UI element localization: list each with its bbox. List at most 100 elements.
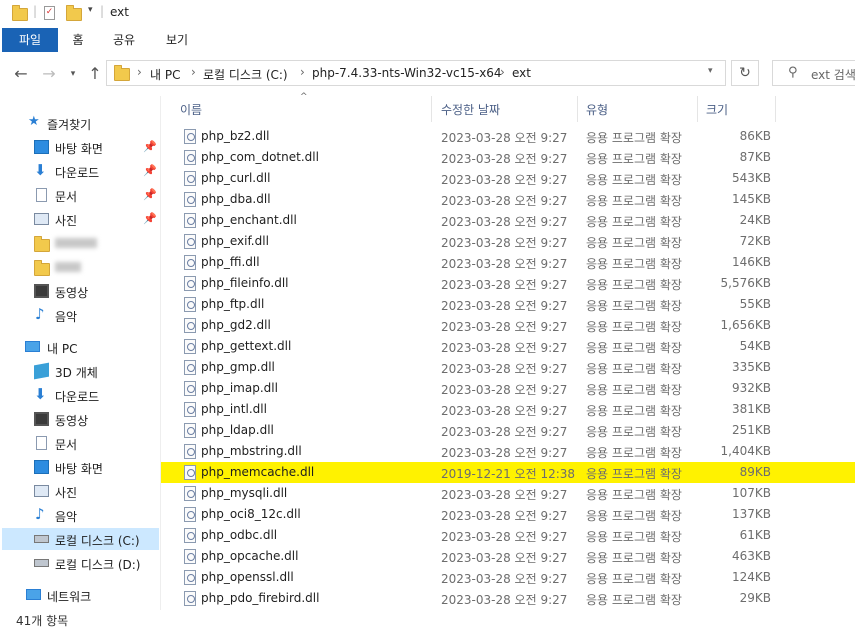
- up-arrow-icon[interactable]: ↑: [86, 64, 104, 84]
- nav-item-desktop[interactable]: 바탕 화면: [0, 456, 160, 478]
- nav-item-videos[interactable]: 동영상: [0, 408, 160, 430]
- column-divider[interactable]: [697, 96, 698, 122]
- file-row[interactable]: php_exif.dll 2023-03-28 오전 9:27 응용 프로그램 확장…: [161, 231, 855, 252]
- nav-item-this-pc[interactable]: 내 PC: [0, 336, 160, 358]
- breadcrumb-separator-icon[interactable]: ›: [191, 65, 196, 79]
- file-row[interactable]: php_com_dotnet.dll 2023-03-28 오전 9:27 응용 프…: [161, 147, 855, 168]
- breadcrumb-ext[interactable]: ext: [512, 66, 531, 80]
- nav-item-downloads[interactable]: ⬇ 다운로드: [0, 384, 160, 406]
- nav-item-music[interactable]: ♪ 음악: [0, 504, 160, 526]
- file-type: 응용 프로그램 확장: [586, 593, 682, 607]
- nav-item-documents[interactable]: 문서: [0, 432, 160, 454]
- breadcrumb-php-folder[interactable]: php-7.4.33-nts-Win32-vc15-x64: [312, 66, 502, 80]
- customize-toolbar-icon[interactable]: ▾: [88, 5, 93, 15]
- file-name: php_bz2.dll: [201, 129, 270, 143]
- column-header-date[interactable]: 수정한 날짜: [441, 101, 500, 118]
- column-divider[interactable]: [431, 96, 432, 122]
- nav-item-downloads[interactable]: ⬇ 다운로드 📌: [0, 160, 160, 182]
- nav-item-quick-access[interactable]: ★ 즐겨찾기: [0, 112, 160, 134]
- nav-item-videos[interactable]: 동영상: [0, 280, 160, 302]
- recent-locations-chevron-icon[interactable]: ▾: [64, 64, 82, 84]
- nav-item-music[interactable]: ♪ 음악: [0, 304, 160, 326]
- file-name: php_pdo_firebird.dll: [201, 591, 320, 605]
- file-name: php_exif.dll: [201, 234, 269, 248]
- column-header-type[interactable]: 유형: [586, 101, 608, 118]
- file-row[interactable]: php_imap.dll 2023-03-28 오전 9:27 응용 프로그램 확장…: [161, 378, 855, 399]
- breadcrumb-separator-icon[interactable]: ›: [500, 65, 505, 79]
- file-name: php_oci8_12c.dll: [201, 507, 301, 521]
- nav-item-local-disk-c[interactable]: 로컬 디스크 (C:): [2, 528, 159, 550]
- column-divider[interactable]: [775, 96, 776, 122]
- file-row[interactable]: php_mbstring.dll 2023-03-28 오전 9:27 응용 프로그…: [161, 441, 855, 462]
- nav-item-label: 문서: [55, 190, 78, 204]
- tab-share[interactable]: 공유: [104, 28, 144, 52]
- column-divider[interactable]: [577, 96, 578, 122]
- file-date: 2023-03-28 오전 9:27: [441, 131, 568, 145]
- file-row[interactable]: php_pdo_firebird.dll 2023-03-28 오전 9:27 응용…: [161, 588, 855, 609]
- nav-item-blurred-folder[interactable]: [0, 256, 160, 278]
- file-row[interactable]: php_curl.dll 2023-03-28 오전 9:27 응용 프로그램 확장…: [161, 168, 855, 189]
- nav-item-documents[interactable]: 문서 📌: [0, 184, 160, 206]
- column-header-name[interactable]: 이름: [180, 101, 202, 118]
- file-row[interactable]: php_opcache.dll 2023-03-28 오전 9:27 응용 프로그램…: [161, 546, 855, 567]
- breadcrumb-this-pc[interactable]: 내 PC: [150, 66, 180, 83]
- nav-item-desktop[interactable]: 바탕 화면 📌: [0, 136, 160, 158]
- file-row[interactable]: php_mysqli.dll 2023-03-28 오전 9:27 응용 프로그램 …: [161, 483, 855, 504]
- file-date: 2023-03-28 오전 9:27: [441, 404, 568, 418]
- file-row[interactable]: php_memcache.dll 2019-12-21 오전 12:38 응용 프로…: [161, 462, 855, 483]
- file-row[interactable]: php_ldap.dll 2023-03-28 오전 9:27 응용 프로그램 확장…: [161, 420, 855, 441]
- file-row[interactable]: php_ffi.dll 2023-03-28 오전 9:27 응용 프로그램 확장 1…: [161, 252, 855, 273]
- column-header-size[interactable]: 크기: [706, 101, 728, 118]
- file-row[interactable]: php_bz2.dll 2023-03-28 오전 9:27 응용 프로그램 확장 8…: [161, 126, 855, 147]
- back-arrow-icon[interactable]: ←: [12, 64, 30, 84]
- tab-home[interactable]: 홈: [62, 28, 94, 52]
- file-name: php_imap.dll: [201, 381, 278, 395]
- file-row[interactable]: php_ftp.dll 2023-03-28 오전 9:27 응용 프로그램 확장 5…: [161, 294, 855, 315]
- nav-item-network[interactable]: 네트워크: [0, 584, 160, 606]
- file-name: php_com_dotnet.dll: [201, 150, 319, 164]
- address-history-chevron-icon[interactable]: ▾: [708, 66, 713, 76]
- nav-item-label: 동영상: [55, 286, 89, 300]
- file-type: 응용 프로그램 확장: [586, 341, 682, 355]
- file-size: 29KB: [739, 591, 771, 605]
- tab-view[interactable]: 보기: [155, 28, 199, 52]
- file-type: 응용 프로그램 확장: [586, 152, 682, 166]
- file-row[interactable]: php_oci8_12c.dll 2023-03-28 오전 9:27 응용 프로그…: [161, 504, 855, 525]
- desktop-icon: [34, 140, 49, 154]
- properties-icon[interactable]: ✓: [44, 6, 55, 20]
- nav-item-3d-objects[interactable]: 3D 개체: [0, 360, 160, 382]
- search-input[interactable]: ⚲ ext 검색: [772, 60, 855, 86]
- file-date: 2023-03-28 오전 9:27: [441, 299, 568, 313]
- file-date: 2023-03-28 오전 9:27: [441, 320, 568, 334]
- file-row[interactable]: php_gd2.dll 2023-03-28 오전 9:27 응용 프로그램 확장 1…: [161, 315, 855, 336]
- nav-item-pictures[interactable]: 사진 📌: [0, 208, 160, 230]
- file-type: 응용 프로그램 확장: [586, 551, 682, 565]
- file-row[interactable]: php_fileinfo.dll 2023-03-28 오전 9:27 응용 프로그…: [161, 273, 855, 294]
- breadcrumb-separator-icon[interactable]: ›: [137, 65, 142, 79]
- nav-item-label: 사진: [55, 214, 78, 228]
- navigation-pane: ★ 즐겨찾기 바탕 화면 📌 ⬇ 다운로드 📌 문서 📌 사진 📌 동영상 ♪ …: [0, 96, 160, 610]
- breadcrumb-local-disk-c[interactable]: 로컬 디스크 (C:): [203, 66, 288, 83]
- file-size: 107KB: [731, 486, 771, 500]
- file-type: 응용 프로그램 확장: [586, 572, 682, 586]
- file-row[interactable]: php_openssl.dll 2023-03-28 오전 9:27 응용 프로그램…: [161, 567, 855, 588]
- file-size: 1,404KB: [720, 444, 771, 458]
- file-row[interactable]: php_intl.dll 2023-03-28 오전 9:27 응용 프로그램 확장…: [161, 399, 855, 420]
- file-row[interactable]: php_enchant.dll 2023-03-28 오전 9:27 응용 프로그램…: [161, 210, 855, 231]
- nav-item-blurred-folder[interactable]: [0, 232, 160, 254]
- file-row[interactable]: php_gettext.dll 2023-03-28 오전 9:27 응용 프로그램…: [161, 336, 855, 357]
- tab-file[interactable]: 파일: [2, 28, 58, 52]
- breadcrumb-separator-icon[interactable]: ›: [300, 65, 305, 79]
- nav-item-label: 내 PC: [47, 342, 78, 356]
- nav-item-local-disk-d[interactable]: 로컬 디스크 (D:): [0, 552, 160, 574]
- pin-icon: 📌: [143, 140, 157, 153]
- nav-item-pictures[interactable]: 사진: [0, 480, 160, 502]
- file-row[interactable]: php_dba.dll 2023-03-28 오전 9:27 응용 프로그램 확장 1…: [161, 189, 855, 210]
- file-row[interactable]: php_gmp.dll 2023-03-28 오전 9:27 응용 프로그램 확장 3…: [161, 357, 855, 378]
- address-bar[interactable]: › 내 PC › 로컬 디스크 (C:) › php-7.4.33-nts-Wi…: [106, 60, 726, 86]
- file-name: php_odbc.dll: [201, 528, 278, 542]
- refresh-icon[interactable]: ↻: [731, 60, 759, 86]
- file-row[interactable]: php_odbc.dll 2023-03-28 오전 9:27 응용 프로그램 확장…: [161, 525, 855, 546]
- new-folder-icon[interactable]: [66, 5, 82, 21]
- forward-arrow-icon[interactable]: →: [40, 64, 58, 84]
